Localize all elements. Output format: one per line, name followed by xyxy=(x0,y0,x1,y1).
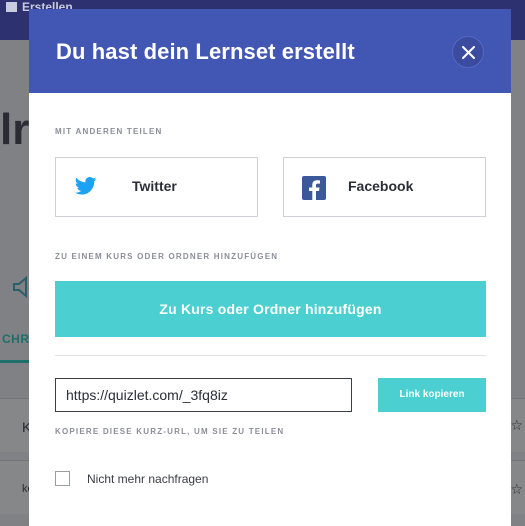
copy-link-button[interactable]: Link kopieren xyxy=(378,378,486,412)
create-icon xyxy=(6,2,17,12)
share-section-label: MIT ANDEREN TEILEN xyxy=(55,127,163,136)
twitter-label: Twitter xyxy=(132,178,177,194)
background-tab-underline xyxy=(0,360,30,363)
facebook-share-button[interactable]: Facebook xyxy=(283,157,486,217)
speaker-icon xyxy=(13,276,27,298)
background-title: lr xyxy=(0,105,30,154)
modal-header: Du hast dein Lernset erstellt xyxy=(29,9,511,93)
course-section-label: ZU EINEM KURS ODER ORDNER HINZUFÜGEN xyxy=(55,252,279,261)
add-to-course-button[interactable]: Zu Kurs oder Ordner hinzufügen xyxy=(55,281,486,337)
twitter-share-button[interactable]: Twitter xyxy=(55,157,258,217)
close-icon xyxy=(462,46,475,59)
twitter-icon xyxy=(75,177,97,195)
share-modal: Du hast dein Lernset erstellt MIT ANDERE… xyxy=(29,9,511,526)
close-button[interactable] xyxy=(452,36,484,68)
modal-title: Du hast dein Lernset erstellt xyxy=(56,39,355,64)
short-url-input[interactable] xyxy=(55,378,352,412)
facebook-label: Facebook xyxy=(348,178,414,194)
star-icon: ☆ xyxy=(510,481,523,497)
url-hint: KOPIERE DIESE KURZ-URL, UM SIE ZU TEILEN xyxy=(55,427,285,436)
dont-ask-label[interactable]: Nicht mehr nachfragen xyxy=(87,472,208,486)
dont-ask-checkbox[interactable] xyxy=(55,471,70,486)
facebook-icon xyxy=(302,176,326,200)
divider xyxy=(55,355,486,356)
star-icon: ☆ xyxy=(510,417,523,433)
